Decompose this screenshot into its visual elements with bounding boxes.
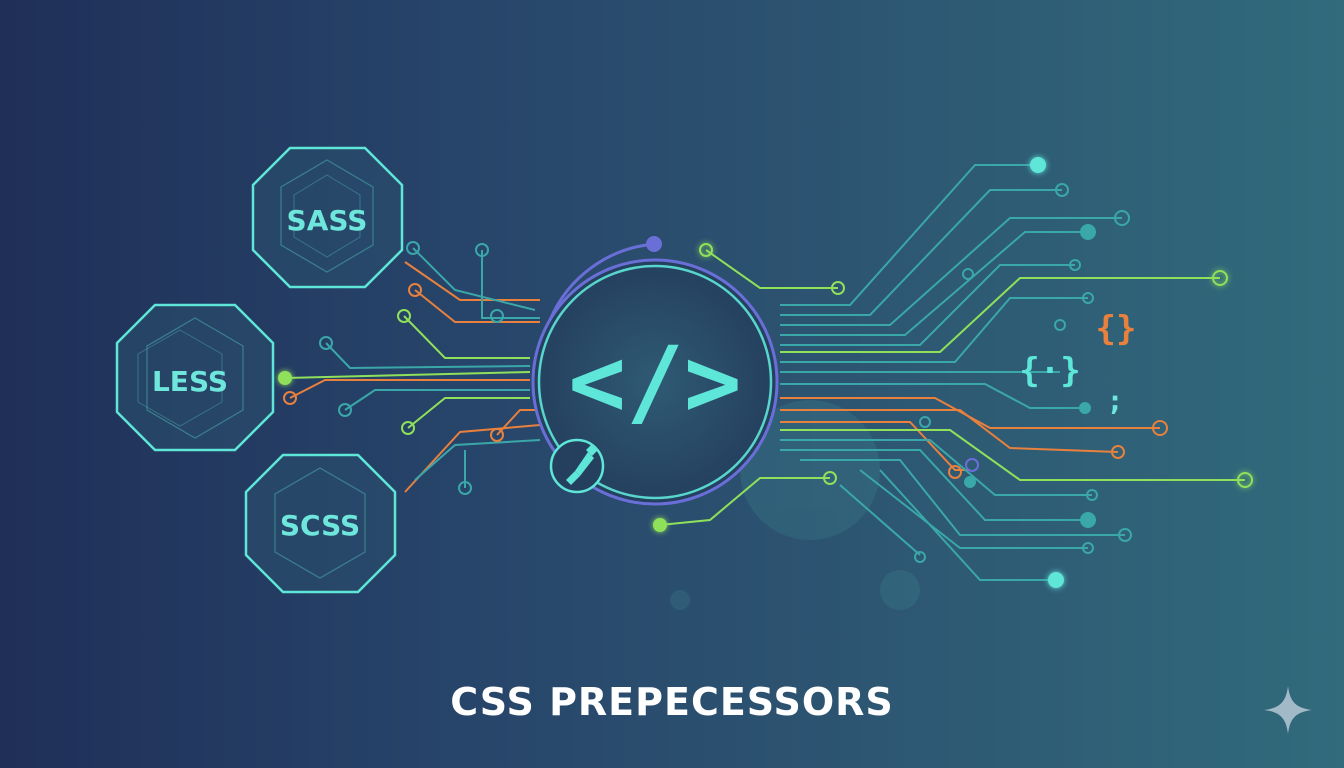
scss-hex-node: SCSS — [244, 453, 397, 594]
code-icon: </> — [568, 326, 741, 438]
sass-hex-node: SASS — [251, 146, 404, 289]
less-hex-node: LESS — [115, 303, 275, 452]
sparkle-icon — [1264, 686, 1312, 734]
semicolon-symbol: ; — [1107, 384, 1124, 417]
sass-label: SASS — [287, 204, 368, 237]
hub-bottom-node — [653, 518, 667, 532]
diagram-canvas: SASS LESS SCSS </> {} {·} ; — [115, 146, 1253, 610]
hub-top-node — [646, 236, 662, 252]
paintbrush-icon — [549, 438, 605, 494]
scss-label: SCSS — [280, 509, 360, 542]
cyan-braces-symbol: {·} — [1019, 351, 1080, 391]
less-label: LESS — [152, 365, 228, 398]
orange-braces-symbol: {} — [1096, 309, 1137, 349]
page-title: CSS PREPECESSORS — [450, 680, 894, 724]
